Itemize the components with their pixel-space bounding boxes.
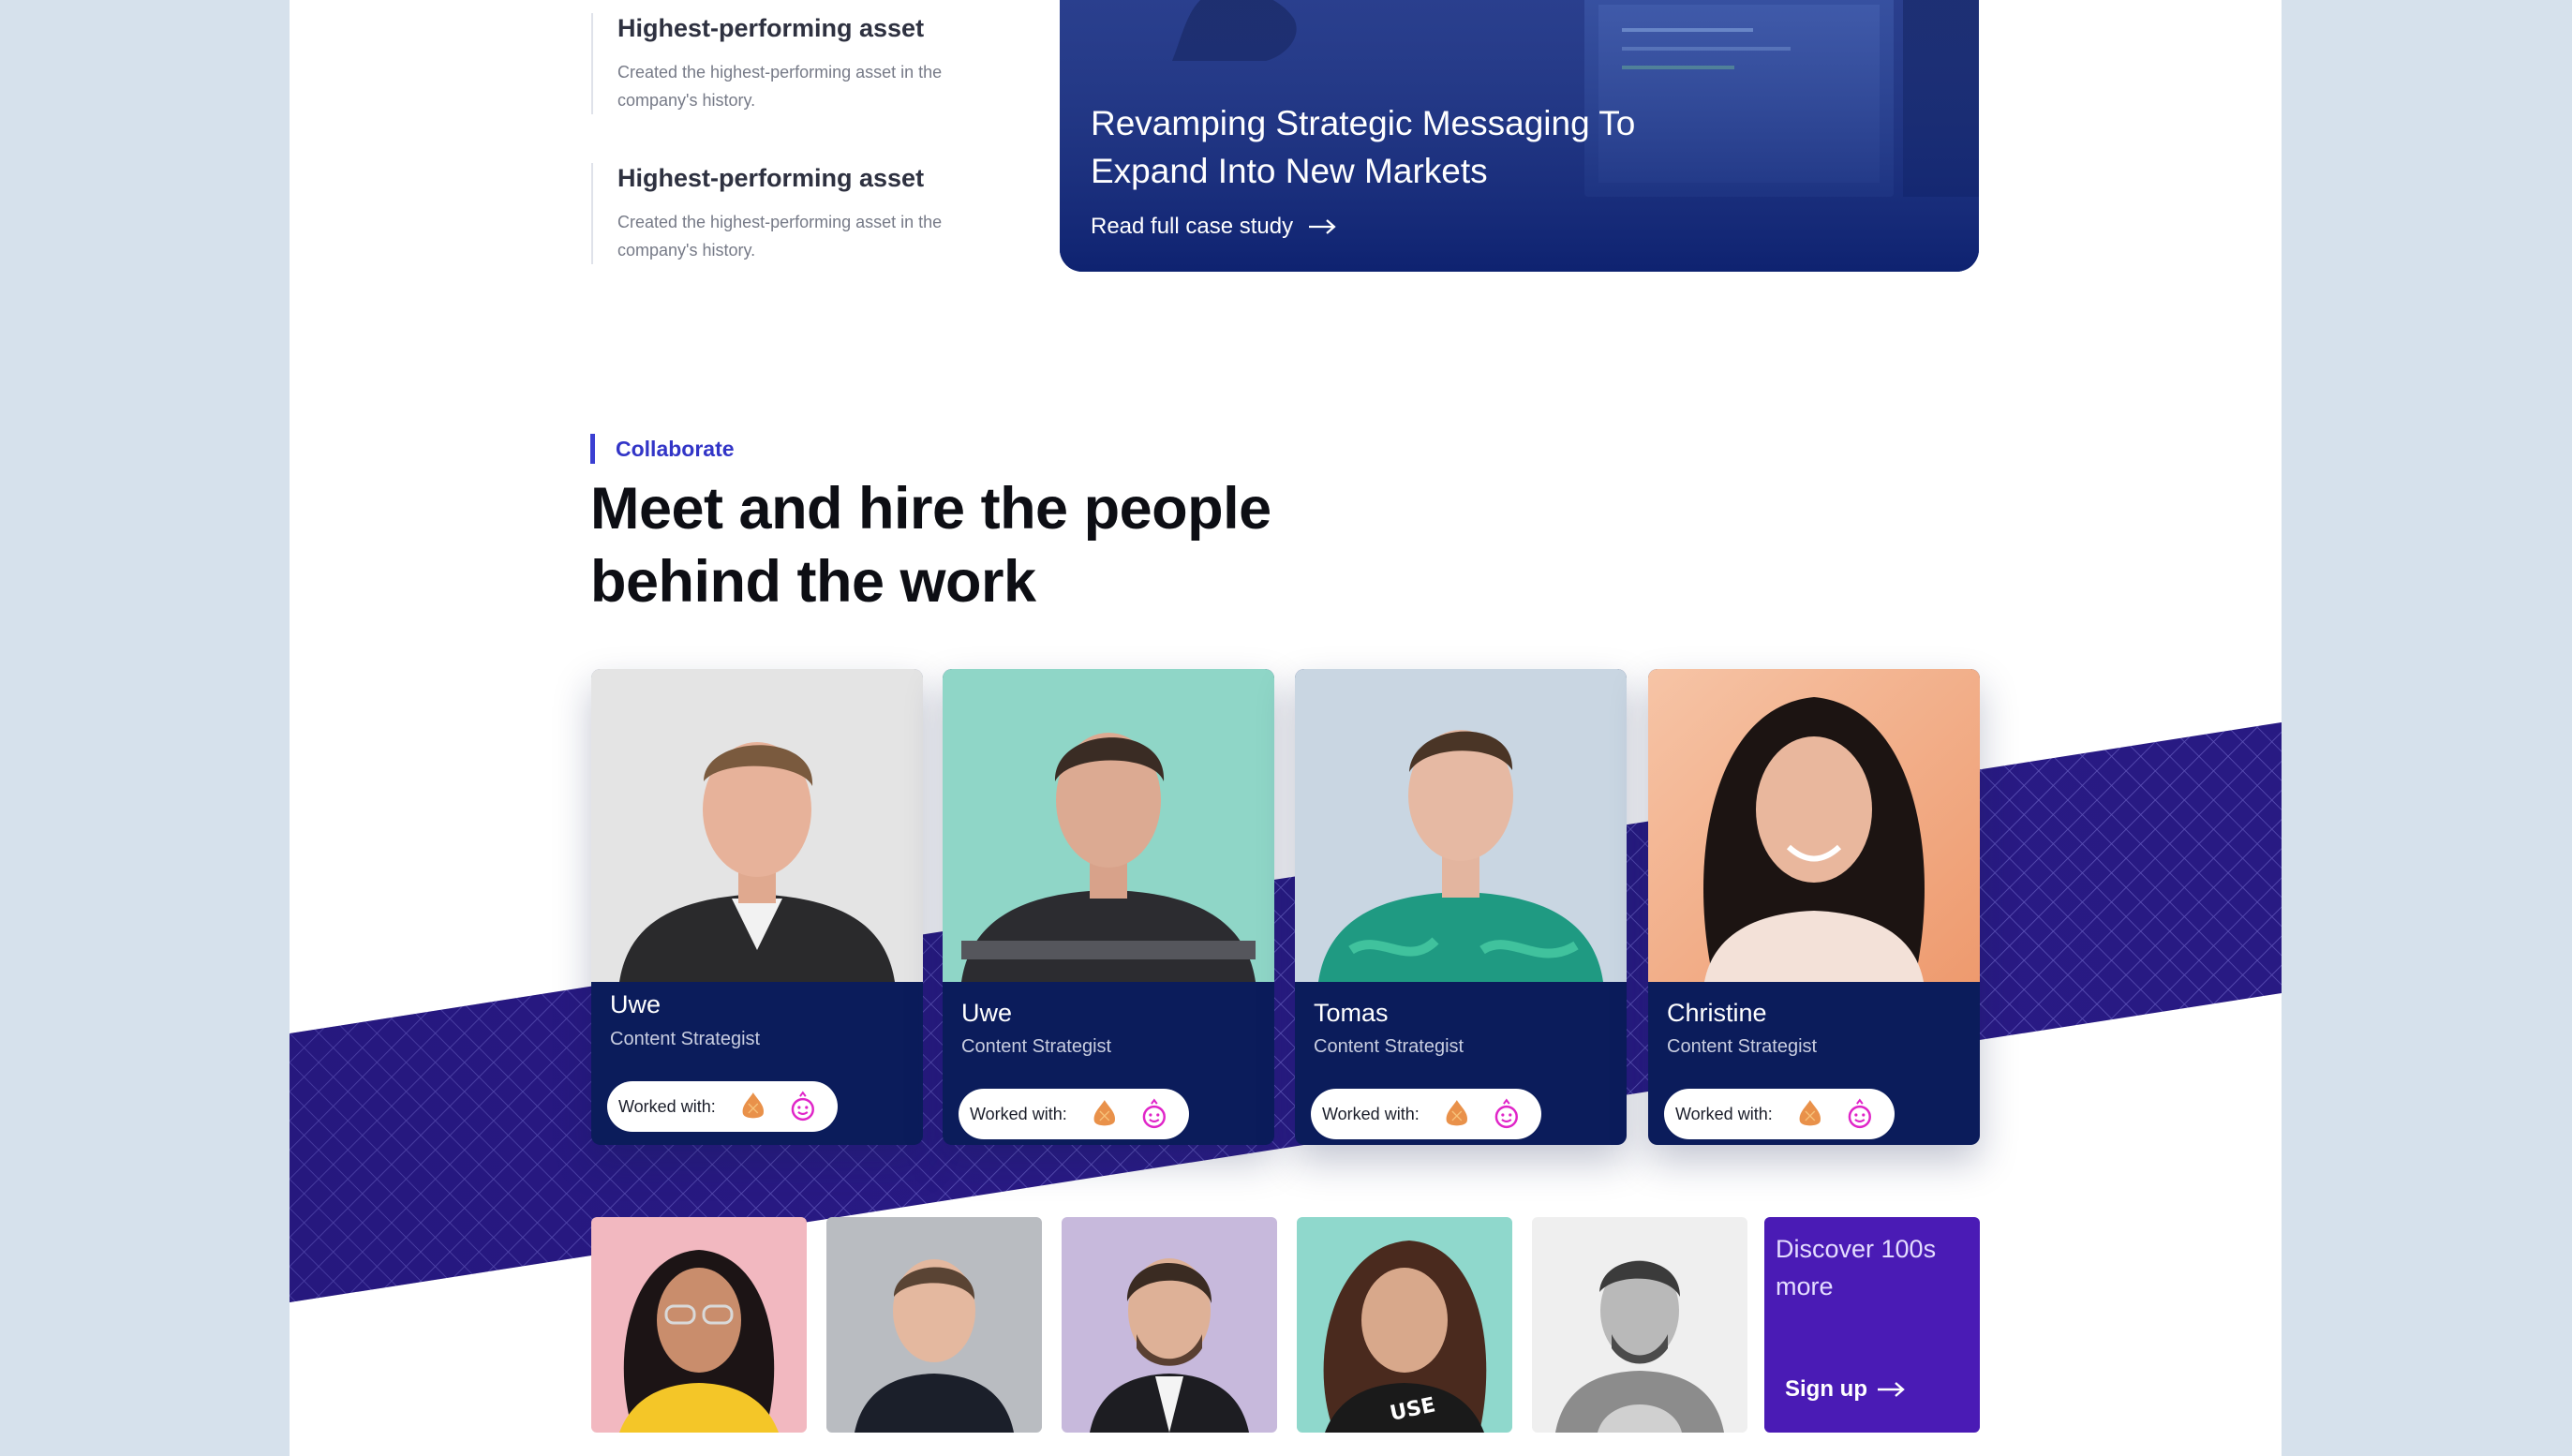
sign-up-label: Sign up [1785,1376,1867,1402]
freelancer-photo [1062,1217,1277,1433]
discover-more-card[interactable]: Discover 100s more Sign up [1764,1217,1980,1433]
feature-item: Highest-performing asset Created the hig… [591,163,1004,264]
freelancer-thumbnail[interactable] [591,1217,807,1433]
freelancer-thumbnail[interactable]: USE [1297,1217,1512,1433]
feature-item: Highest-performing asset Created the hig… [591,13,1004,114]
magenta-face-logo [1849,1098,1872,1129]
feature-description: Created the highest-performing asset in … [617,63,943,110]
orange-drop-logo [1093,1100,1115,1126]
person-name: Christine [1667,999,1767,1027]
orange-drop-logo [1799,1100,1821,1126]
magenta-face-logo [792,1091,815,1122]
worked-with-pill: Worked with: [607,1081,838,1132]
person-photo [591,669,923,982]
worked-with-label: Worked with: [970,1104,1067,1123]
page: Highest-performing asset Created the hig… [290,0,2282,1456]
freelancer-thumbnail[interactable] [826,1217,1042,1433]
person-name: Uwe [610,990,662,1018]
person-card[interactable]: Tomas Content Strategist Worked with: [1295,669,1627,1145]
feature-description: Created the highest-performing asset in … [617,213,943,260]
person-card[interactable]: Uwe Content Strategist Worked with: [591,669,923,1145]
arrow-right-icon [1309,219,1336,234]
magenta-face-logo [1495,1098,1519,1129]
person-card[interactable]: Uwe Content Strategist Worked with: [943,669,1274,1145]
freelancer-thumbnail[interactable] [1062,1217,1277,1433]
worked-with-label: Worked with: [1322,1104,1420,1123]
worked-with-label: Worked with: [618,1096,716,1116]
freelancer-photo [591,1217,807,1433]
worked-with-label: Worked with: [1675,1104,1773,1123]
person-role: Content Strategist [1667,1036,1818,1057]
orange-drop-logo [742,1092,764,1119]
read-case-study-link[interactable]: Read full case study [1091,214,1336,240]
person-photo [943,669,1274,982]
worked-with-pill: Worked with: [959,1089,1189,1139]
freelancer-thumbnail[interactable] [1532,1217,1747,1433]
person-name: Uwe [961,999,1013,1027]
worked-with-pill: Worked with: [1664,1089,1895,1139]
magenta-face-logo [1143,1098,1167,1129]
person-name: Tomas [1314,999,1389,1027]
feature-title: Highest-performing asset [617,164,925,192]
case-study-title: Revamping Strategic Messaging To Expand … [1091,104,1636,190]
person-photo [1648,669,1980,982]
freelancer-photo [826,1217,1042,1433]
person-role: Content Strategist [961,1036,1112,1057]
worked-with-pill: Worked with: [1311,1089,1541,1139]
person-role: Content Strategist [1314,1036,1464,1057]
arrow-right-icon [1877,1382,1905,1397]
section-eyebrow: Collaborate [590,434,735,464]
decorative-band [290,722,2282,1302]
feature-title: Highest-performing asset [617,14,925,42]
case-study-card[interactable]: Revamping Strategic Messaging To Expand … [1060,0,1979,272]
person-card[interactable]: Christine Content Strategist Worked with… [1648,669,1980,1145]
section-headline: Meet and hire the people behind the work [590,476,1271,615]
freelancer-photo: USE [1297,1217,1512,1433]
person-photo [1295,669,1627,982]
person-role: Content Strategist [610,1029,761,1049]
orange-drop-logo [1446,1100,1467,1126]
discover-title: Discover 100s more [1776,1235,1937,1300]
freelancer-photo [1532,1217,1747,1433]
sign-up-link[interactable]: Sign up [1785,1376,1905,1403]
case-study-link-label: Read full case study [1091,214,1294,239]
